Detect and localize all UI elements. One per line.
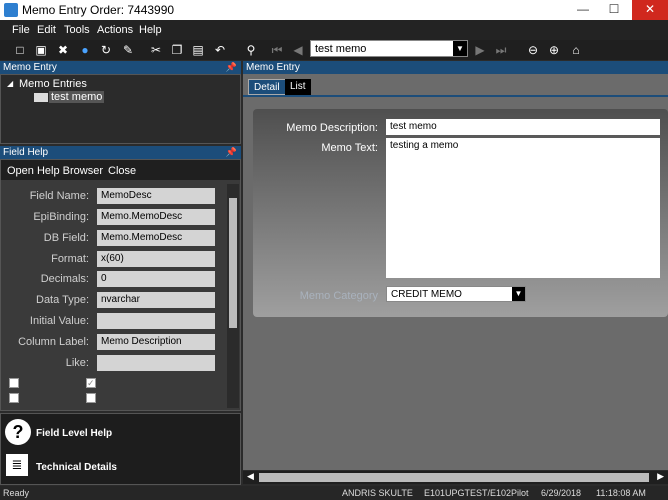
pin-icon[interactable]: 📌	[226, 146, 237, 159]
status-bar: Ready ANDRIS SKULTE E101UPGTEST/E102Pilo…	[0, 486, 668, 500]
fh-value-db-field: Memo.MemoDesc	[97, 230, 215, 246]
help-actions-panel: ? Field Level Help ≣ Technical Details	[0, 413, 241, 485]
checkbox[interactable]	[9, 393, 19, 403]
fh-value-column-label: Memo Description	[97, 334, 215, 350]
tab-detail[interactable]: Detail	[248, 79, 286, 95]
refresh-icon[interactable]: ↻	[98, 42, 114, 58]
fh-label-data-type: Data Type:	[36, 294, 89, 306]
home-icon[interactable]: ⌂	[568, 42, 584, 58]
menu-edit[interactable]: Edit	[37, 24, 56, 36]
status-text: Ready	[3, 488, 30, 498]
status-environment: E101UPGTEST/E102Pilot	[424, 488, 529, 498]
fh-value-format: x(60)	[97, 251, 215, 267]
app-icon	[4, 3, 18, 17]
menu-help[interactable]: Help	[139, 24, 162, 36]
binoculars-icon[interactable]: ⚲	[243, 42, 259, 58]
menu-actions[interactable]: Actions	[97, 24, 133, 36]
prev-record-icon[interactable]: ◀	[290, 42, 306, 58]
field-help-header: Field Help 📌	[0, 146, 241, 159]
memo-category-combo[interactable]: CREDIT MEMO ▼	[386, 286, 526, 302]
memo-category-label: Memo Category	[299, 290, 378, 302]
menu-tools[interactable]: Tools	[64, 24, 90, 36]
copy-icon[interactable]: ❐	[169, 42, 185, 58]
vertical-scrollbar[interactable]	[227, 184, 239, 408]
checkbox-checked[interactable]: ✓	[86, 378, 96, 388]
memo-panel-title: Memo Entry	[3, 62, 57, 73]
memo-panel-header: Memo Entry 📌	[0, 61, 241, 74]
scroll-left-icon[interactable]: ◀	[247, 471, 254, 482]
horizontal-scrollbar[interactable]: ◀ ▶	[243, 471, 668, 484]
pin-icon[interactable]: 📌	[226, 61, 237, 74]
fh-value-decimals: 0	[97, 271, 215, 287]
detail-panel-header: Memo Entry	[243, 61, 668, 74]
fh-label-like: Like:	[65, 357, 89, 369]
minimize-button[interactable]: —	[570, 0, 596, 20]
next-record-icon[interactable]: ▶	[472, 42, 488, 58]
fh-value-initial-value	[97, 313, 215, 329]
memo-selector-value: test memo	[315, 43, 367, 55]
scrollbar-thumb[interactable]	[259, 473, 649, 482]
memo-selector-combo[interactable]: test memo ▼	[310, 40, 468, 57]
chevron-down-icon[interactable]: ▼	[453, 41, 467, 56]
window-title: Memo Entry Order: 7443990	[22, 3, 175, 17]
memo-text-area[interactable]: testing a memo	[386, 138, 660, 278]
field-help-title: Field Help	[3, 147, 49, 158]
scroll-right-icon[interactable]: ▶	[657, 471, 664, 482]
status-date: 6/29/2018	[541, 488, 582, 498]
chat-icon[interactable]: ●	[77, 42, 93, 58]
fh-label-field-name: Field Name:	[29, 190, 89, 202]
first-record-icon[interactable]: ⏮	[269, 42, 285, 58]
cut-icon[interactable]: ✂	[148, 42, 164, 58]
memo-description-input[interactable]: test memo	[386, 119, 660, 135]
undo-icon[interactable]: ↶	[212, 42, 228, 58]
field-help-panel: Open Help Browser Close Field Name: Memo…	[0, 159, 241, 411]
memo-tree: ◢ Memo Entries test memo	[0, 74, 241, 144]
fh-value-field-name: MemoDesc	[97, 188, 215, 204]
fh-label-initial-value: Initial Value:	[29, 315, 89, 327]
fh-value-epibinding: Memo.MemoDesc	[97, 209, 215, 225]
tree-root[interactable]: Memo Entries	[19, 78, 87, 90]
checkbox[interactable]	[86, 393, 96, 403]
maximize-button[interactable]: ☐	[596, 0, 632, 20]
checkbox[interactable]	[9, 378, 19, 388]
open-help-browser-link[interactable]: Open Help Browser	[7, 165, 103, 177]
close-help-link[interactable]: Close	[108, 165, 136, 177]
forward-icon[interactable]: ⊕	[546, 42, 562, 58]
last-record-icon[interactable]: ⏭	[493, 42, 509, 58]
detail-panel-title: Memo Entry	[246, 62, 300, 73]
tree-expand-icon[interactable]: ◢	[7, 79, 13, 88]
menu-bar: File Edit Tools Actions Help	[0, 20, 668, 40]
fh-value-data-type: nvarchar	[97, 292, 215, 308]
folder-icon	[34, 93, 48, 102]
delete-icon[interactable]: ✖	[55, 42, 71, 58]
fh-label-column-label: Column Label:	[18, 336, 89, 348]
tree-item-test-memo[interactable]: test memo	[49, 91, 105, 103]
fh-label-db-field: DB Field:	[43, 232, 89, 244]
fh-label-epibinding: EpiBinding:	[33, 211, 89, 223]
chevron-down-icon[interactable]: ▼	[512, 287, 525, 301]
question-icon[interactable]: ?	[5, 419, 31, 445]
fh-label-decimals: Decimals:	[40, 273, 89, 285]
fh-label-format: Format:	[51, 253, 89, 265]
fh-value-like	[97, 355, 215, 371]
clear-icon[interactable]: ✎	[120, 42, 136, 58]
status-user: ANDRIS SKULTE	[342, 488, 413, 498]
back-icon[interactable]: ⊖	[525, 42, 541, 58]
paste-icon[interactable]: ▤	[190, 42, 206, 58]
status-time: 11:18:08 AM	[596, 488, 646, 498]
save-icon[interactable]: ▣	[33, 42, 49, 58]
memo-category-value: CREDIT MEMO	[391, 289, 462, 300]
memo-text-label: Memo Text:	[321, 142, 378, 154]
close-window-button[interactable]: ✕	[632, 0, 668, 20]
technical-details-link[interactable]: Technical Details	[36, 462, 117, 473]
tab-list[interactable]: List	[285, 79, 311, 95]
memo-description-label: Memo Description:	[286, 122, 378, 134]
title-bar: Memo Entry Order: 7443990 — ☐ ✕	[0, 0, 668, 20]
menu-file[interactable]: File	[12, 24, 30, 36]
scrollbar-thumb[interactable]	[229, 198, 237, 328]
field-level-help-link[interactable]: Field Level Help	[36, 428, 112, 439]
technical-details-icon[interactable]: ≣	[6, 454, 28, 476]
new-icon[interactable]: □	[12, 42, 28, 58]
